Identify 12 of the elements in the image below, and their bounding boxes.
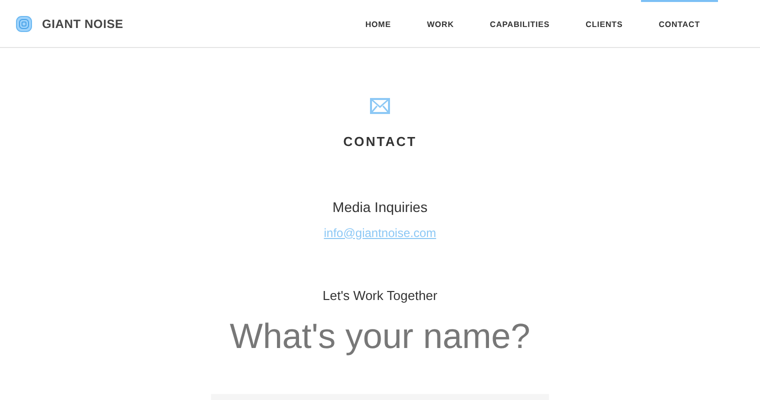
nav-link[interactable]: HOME xyxy=(347,0,409,47)
nav-link[interactable]: WORK xyxy=(408,0,472,47)
media-title: Media Inquiries xyxy=(332,198,428,217)
nav-link[interactable]: CAPABILITIES xyxy=(472,0,568,47)
section-heading: CONTACT xyxy=(343,133,417,151)
nav-link[interactable]: CLIENTS xyxy=(568,0,641,47)
nav-link[interactable]: CONTACT xyxy=(640,0,718,47)
envelope-icon xyxy=(370,98,390,114)
question-text: What's your name? xyxy=(230,316,530,358)
brand-name: GIANT NOISE xyxy=(42,16,124,32)
form-title: Let's Work Together xyxy=(322,286,438,305)
logo-icon xyxy=(16,16,32,32)
